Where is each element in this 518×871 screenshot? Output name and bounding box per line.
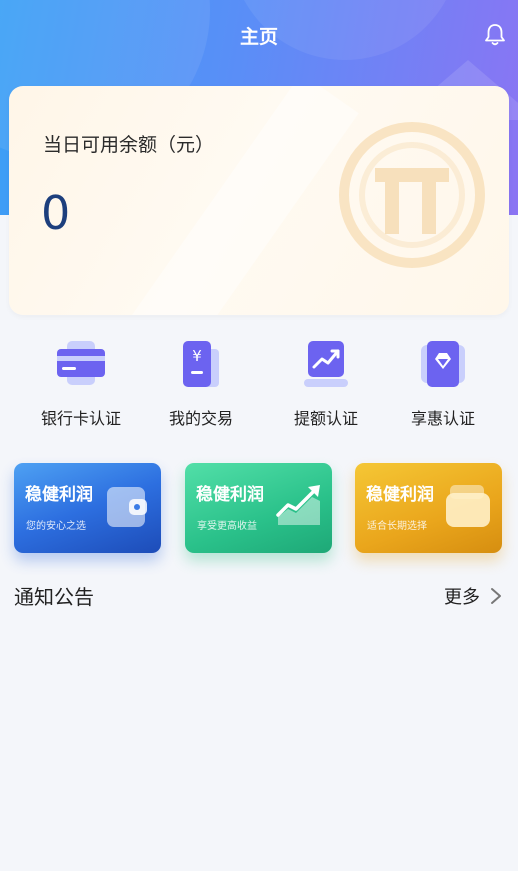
product-title: 稳健利润 (366, 485, 434, 505)
page-title: 主页 (239, 26, 278, 48)
product-subtitle: 您的安心之选 (26, 521, 86, 532)
quick-bank-card-auth[interactable]: 银行卡认证 (21, 335, 141, 429)
purse-icon (446, 485, 490, 527)
decor-stripe (129, 86, 359, 315)
quick-benefit-auth[interactable]: 享惠认证 (383, 335, 503, 429)
quick-label: 享惠认证 (410, 409, 475, 428)
product-title: 稳健利润 (196, 485, 264, 505)
chevron-right-icon (491, 588, 501, 604)
logo-t-icon (339, 122, 485, 268)
quick-label: 我的交易 (168, 409, 233, 428)
quick-actions: 银行卡认证 ¥ 我的交易 提额认证 享惠认证 (0, 335, 518, 435)
product-subtitle: 享受更高收益 (197, 521, 257, 532)
product-subtitle: 适合长期选择 (367, 521, 427, 532)
product-title: 稳健利润 (25, 485, 93, 505)
quick-my-transactions[interactable]: ¥ 我的交易 (141, 335, 261, 429)
product-card[interactable]: 稳健利润 您的安心之选 (14, 463, 161, 553)
quick-label: 银行卡认证 (40, 409, 121, 428)
balance-label: 当日可用余额（元） (43, 134, 215, 156)
wallet-icon (107, 487, 147, 527)
more-label: 更多 (444, 587, 480, 608)
more-link[interactable]: 更多 (444, 583, 502, 609)
trend-up-icon (304, 341, 348, 387)
transaction-icon: ¥ (183, 341, 219, 387)
diamond-icon (421, 341, 465, 387)
chart-icon (276, 485, 320, 525)
balance-value: 0 (41, 186, 71, 240)
bank-card-icon (57, 341, 105, 385)
notice-title: 通知公告 (14, 585, 94, 609)
bell-icon[interactable] (482, 22, 508, 48)
product-card[interactable]: 稳健利润 享受更高收益 (185, 463, 332, 553)
product-card[interactable]: 稳健利润 适合长期选择 (355, 463, 502, 553)
quick-limit-auth[interactable]: 提额认证 (266, 335, 386, 429)
svg-text:¥: ¥ (192, 347, 202, 365)
quick-label: 提额认证 (293, 409, 358, 428)
balance-card: 当日可用余额（元） 0 (9, 86, 509, 315)
